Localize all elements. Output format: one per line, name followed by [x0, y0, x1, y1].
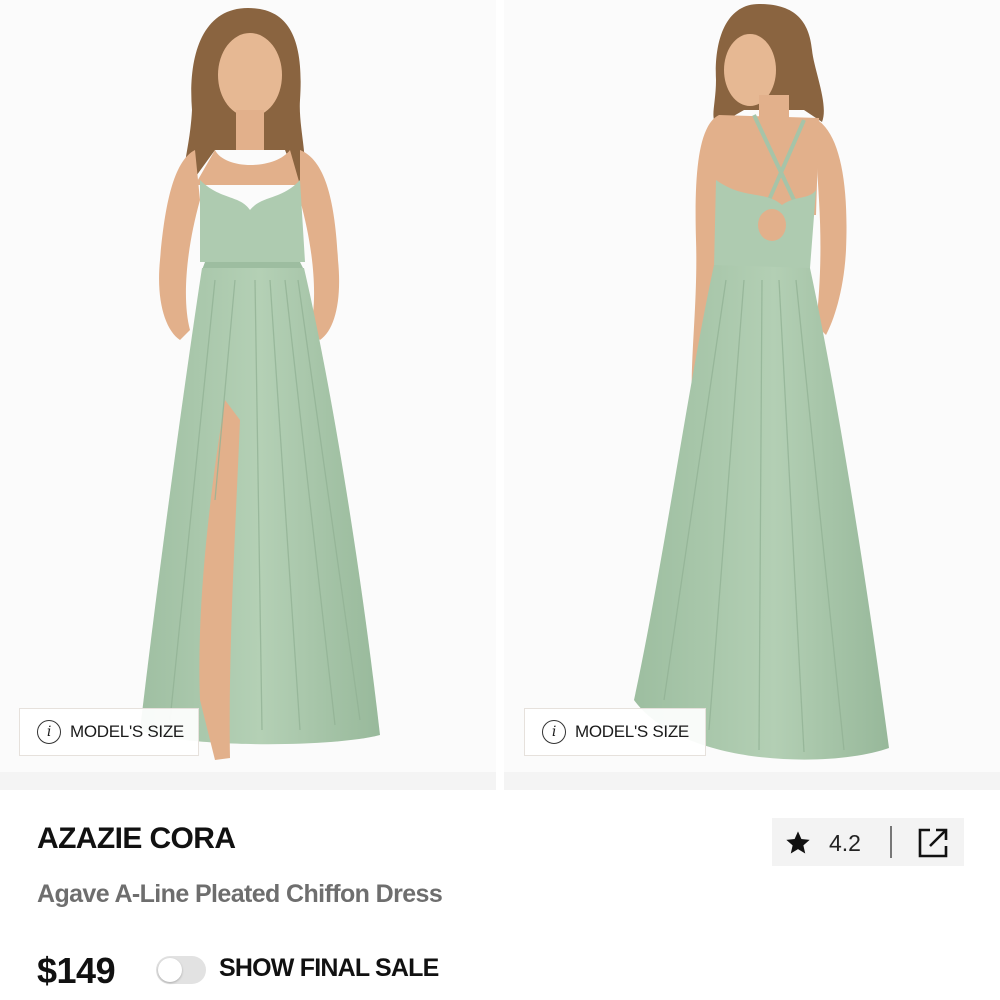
product-name[interactable]: Agave A-Line Pleated Chiffon Dress [37, 880, 443, 909]
toggle-knob [158, 958, 182, 982]
back-dress-illustration [504, 0, 1000, 790]
rating-box: 4.2 [772, 818, 964, 866]
front-dress-illustration [0, 0, 496, 790]
model-size-button[interactable]: i MODEL'S SIZE [19, 708, 199, 756]
rating-value: 4.2 [829, 830, 861, 856]
final-sale-toggle[interactable] [156, 956, 206, 984]
final-sale-toggle-label[interactable]: SHOW FINAL SALE [219, 954, 439, 983]
info-icon: i [542, 720, 566, 744]
product-price: $149 [37, 950, 116, 991]
product-brand[interactable]: AZAZIE CORA [37, 822, 236, 856]
model-size-button[interactable]: i MODEL'S SIZE [524, 708, 706, 756]
model-size-label: MODEL'S SIZE [70, 722, 184, 741]
info-icon: i [37, 720, 61, 744]
model-size-label: MODEL'S SIZE [575, 722, 689, 741]
share-external-icon[interactable] [916, 826, 950, 860]
product-gallery: i MODEL'S SIZE i MODEL'S SIZE [0, 0, 1000, 790]
product-image-front[interactable]: i MODEL'S SIZE [0, 0, 496, 790]
rating-divider [890, 826, 892, 858]
product-image-back[interactable]: i MODEL'S SIZE [504, 0, 1000, 790]
star-icon [786, 831, 810, 854]
